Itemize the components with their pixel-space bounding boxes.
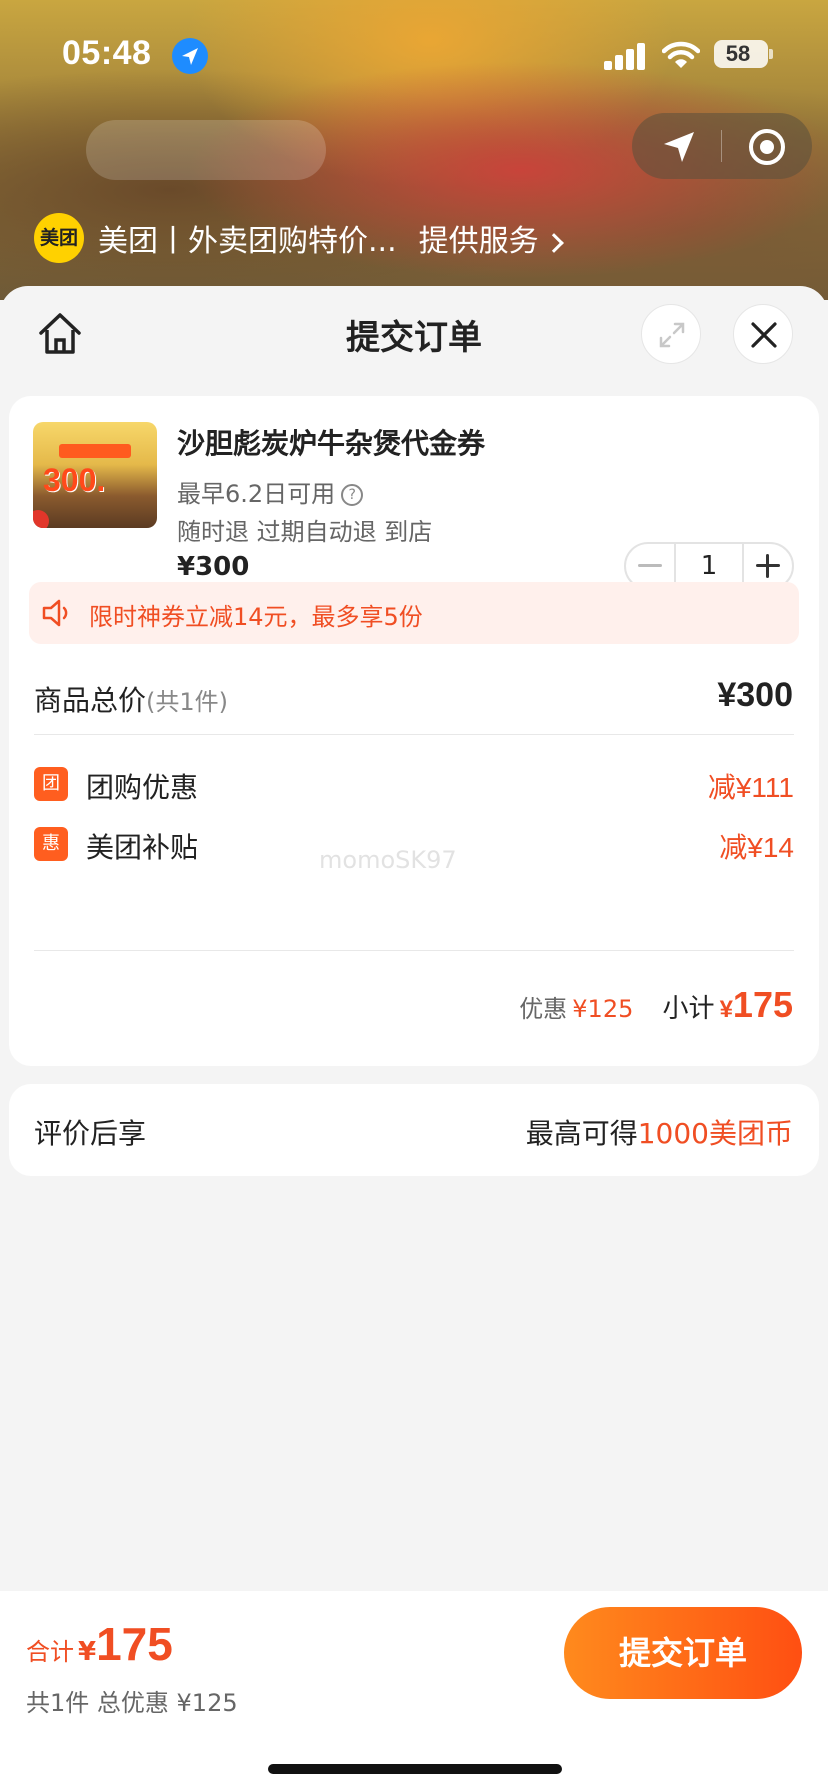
service-provider-bar[interactable]: 美团 美团丨外卖团购特价... 提供服务 [34, 213, 564, 263]
home-indicator [268, 1764, 562, 1774]
order-sheet: 提交订单 300. 沙胆彪炭炉牛杂煲代金券 最早6.2日可用? 随时退 过期自动… [0, 286, 828, 1792]
service-link[interactable]: 提供服务 [418, 216, 564, 260]
order-card: 300. 沙胆彪炭炉牛杂煲代金券 最早6.2日可用? 随时退 过期自动退 到店 … [9, 396, 819, 1066]
review-highlight: 1000美团币 [637, 1117, 793, 1150]
thumbnail-decoration [33, 510, 49, 528]
subtotal-value: 175 [732, 984, 793, 1025]
subsidy-label: 美团补贴 [86, 831, 199, 864]
meituan-logo: 美团 [34, 213, 84, 263]
product-availability: 最早6.2日可用? [177, 474, 364, 509]
battery-level: 58 [725, 41, 751, 66]
close-icon [751, 322, 777, 348]
review-reward: 最高可得1000美团币 [526, 1112, 793, 1152]
groupbuy-label: 团购优惠 [86, 771, 199, 804]
close-mini-program-icon[interactable] [747, 127, 787, 167]
wifi-icon [661, 40, 701, 70]
blurred-search-bar [86, 120, 326, 180]
product-tags: 随时退 过期自动退 到店 [177, 518, 433, 546]
capsule-divider [721, 130, 722, 162]
promo-banner: 限时神券立减14元，最多享5份 [29, 582, 799, 644]
subtotal-label: 小计 [662, 994, 715, 1024]
speaker-icon [42, 599, 68, 627]
status-bar: 05:48 58 [0, 32, 828, 82]
expand-icon [659, 322, 685, 348]
sheet-header: 提交订单 [0, 286, 828, 386]
navigation-arrow-icon[interactable] [660, 128, 698, 166]
subtotal-discount-label: 优惠 [519, 995, 568, 1023]
checkout-summary: 共1件 总优惠 ¥125 [26, 1689, 238, 1717]
battery-icon: 58 [714, 40, 768, 68]
close-button[interactable] [733, 304, 793, 364]
promo-text: 限时神券立减14元，最多享5份 [89, 603, 423, 631]
thumbnail-banner [59, 444, 131, 458]
divider [34, 950, 794, 951]
review-label: 评价后享 [34, 1117, 147, 1150]
thumbnail-price-text: 300. [43, 462, 106, 498]
review-reward-card: 评价后享 最高可得1000美团币 [9, 1084, 819, 1176]
groupbuy-badge: 团 [34, 767, 68, 801]
expand-button[interactable] [641, 304, 701, 364]
subtotal-line: 优惠 ¥125 小计 ¥175 [519, 984, 793, 1026]
grand-total-label: 合计 [26, 1638, 74, 1666]
subtotal-discount-value: ¥125 [572, 995, 634, 1023]
service-link-label: 提供服务 [418, 224, 539, 259]
grand-total: 合计 ¥175 [26, 1617, 173, 1671]
goods-total-count: (共1件) [146, 688, 229, 716]
product-name: 沙胆彪炭炉牛杂煲代金券 [177, 427, 486, 460]
subtotal-currency: ¥ [719, 996, 733, 1023]
goods-total-label: 商品总价(共1件) [34, 679, 228, 719]
submit-order-button[interactable]: 提交订单 [564, 1607, 802, 1699]
goods-total-value: ¥300 [717, 676, 793, 714]
chevron-right-icon [543, 232, 564, 253]
battery-tip [769, 49, 773, 59]
subsidy-value: 减¥14 [719, 832, 794, 863]
watermark: momoSK97 [319, 846, 457, 874]
page-title: 提交订单 [346, 318, 482, 358]
location-arrow-icon [172, 38, 208, 74]
discount-row-groupbuy: 团 团购优惠 减¥111 [34, 764, 794, 804]
divider [34, 734, 794, 735]
status-time: 05:48 [62, 34, 152, 72]
availability-text: 最早6.2日可用 [177, 480, 336, 508]
mini-program-name: 美团丨外卖团购特价... [98, 224, 397, 259]
review-prefix: 最高可得 [525, 1117, 638, 1150]
product-thumbnail[interactable]: 300. [33, 422, 157, 528]
product-price: ¥300 [177, 552, 250, 582]
cellular-signal-icon [604, 42, 648, 70]
subtotal-value-wrap: ¥175 [720, 984, 793, 1025]
grand-total-value: 175 [96, 1618, 173, 1670]
subsidy-badge: 惠 [34, 827, 68, 861]
grand-total-currency: ¥ [78, 1637, 97, 1667]
help-icon[interactable]: ? [341, 484, 364, 506]
bottom-checkout-bar: 合计 ¥175 共1件 总优惠 ¥125 提交订单 [0, 1591, 828, 1792]
groupbuy-value: 减¥111 [707, 772, 794, 803]
goods-total-text: 商品总价 [34, 684, 147, 717]
